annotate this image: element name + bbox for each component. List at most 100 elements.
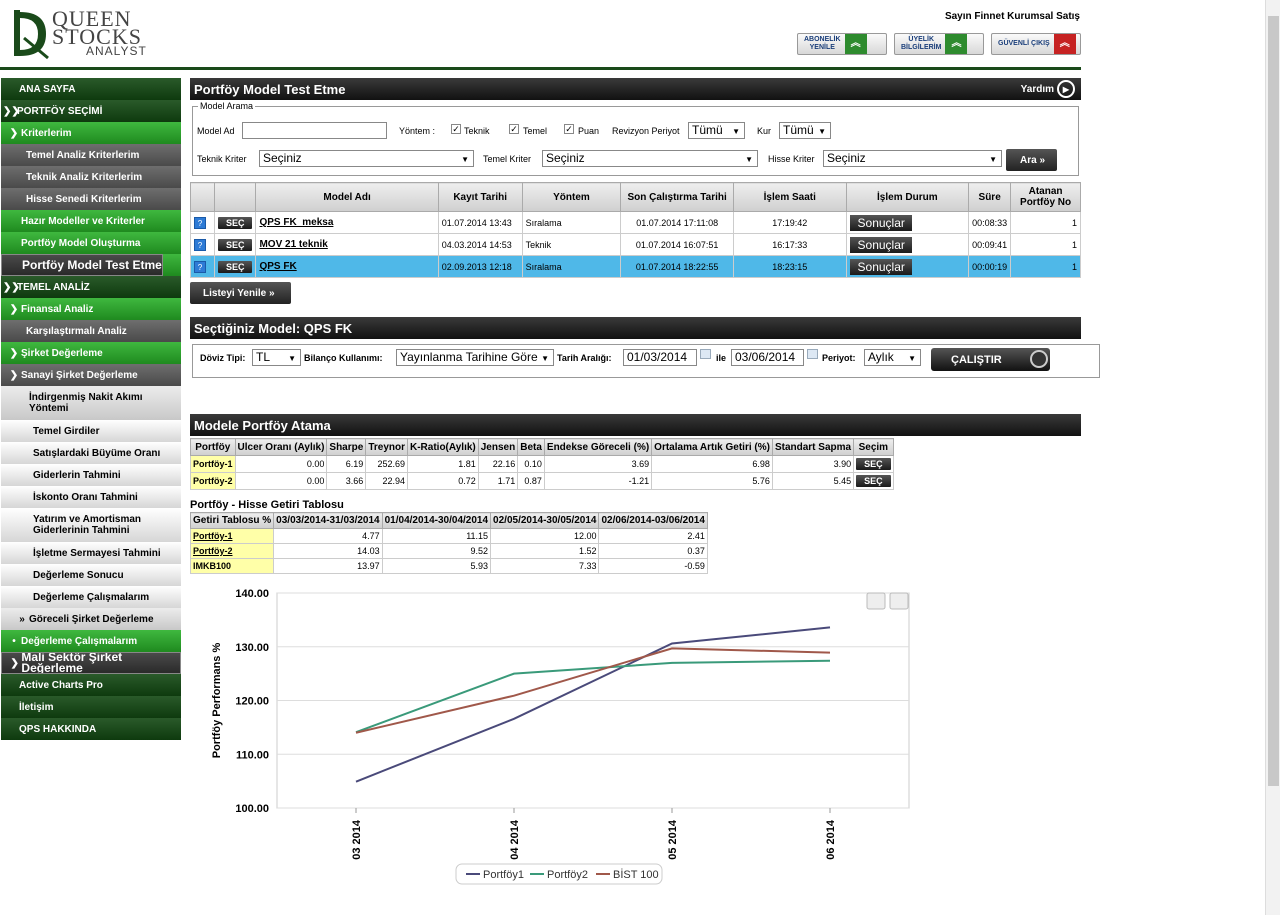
gear-icon xyxy=(1030,350,1048,368)
scrollbar[interactable] xyxy=(1265,0,1280,915)
sidebar-item[interactable]: ❯ Mali Sektör Şirket Değerleme xyxy=(1,652,181,674)
sidebar-item[interactable]: Temel Analiz Kriterlerim xyxy=(1,144,181,166)
select-button[interactable]: SEÇ xyxy=(856,475,891,487)
sidebar-item[interactable]: ❯ Şirket Değerleme xyxy=(1,342,181,364)
sidebar-item-label: İşletme Sermayesi Tahmini xyxy=(33,547,161,559)
model-link[interactable]: QPS FK_meksa xyxy=(259,217,333,228)
sidebar-item[interactable]: ❯❯ TEMEL ANALİZ xyxy=(1,276,181,298)
sidebar-item[interactable]: ❯❯ PORTFÖY SEÇİMİ xyxy=(1,100,181,122)
sidebar-item[interactable]: ❯ Sanayi Şirket Değerleme xyxy=(1,364,181,386)
sidebar-item[interactable]: ❯ Kriterlerim xyxy=(1,122,181,144)
sidebar-item[interactable]: • Değerleme Çalışmalarım xyxy=(1,630,181,652)
sidebar-item[interactable]: İşletme Sermayesi Tahmini xyxy=(1,542,181,564)
chevron-up-icon: ︽ xyxy=(844,34,867,54)
header-cell: Kayıt Tarihi xyxy=(437,182,523,212)
temel-checkbox[interactable]: ✓ xyxy=(509,124,519,134)
stock-criteria-select[interactable]: Seçiniz ▼ xyxy=(823,150,1002,167)
legend-item[interactable]: Portföy2 xyxy=(547,869,588,881)
sidebar-item[interactable]: QPS HAKKINDA xyxy=(1,718,181,740)
sidebar-item[interactable]: ANA SAYFA xyxy=(1,78,181,100)
sidebar-item-label: Portföy Model Test Etme xyxy=(22,257,162,272)
y-tick-label: 100.00 xyxy=(235,803,269,815)
calendar-icon[interactable] xyxy=(807,349,818,359)
refresh-list-button[interactable]: Listeyi Yenile » xyxy=(190,282,291,304)
print-icon[interactable] xyxy=(866,592,886,610)
header-cell: 02/05/2014-30/05/2014 xyxy=(490,512,600,529)
fundamental-criteria-label: Temel Kriter xyxy=(483,154,532,164)
search-button[interactable]: Ara » xyxy=(1006,149,1057,171)
sidebar-item[interactable]: Yatırım ve Amortisman Giderlerinin Tahmi… xyxy=(1,508,181,542)
results-button[interactable]: Sonuçlar xyxy=(849,214,912,231)
info-icon[interactable]: ? xyxy=(194,238,206,251)
teknik-checkbox[interactable]: ✓ xyxy=(451,124,461,134)
results-button[interactable]: Sonuçlar xyxy=(849,258,912,275)
select-button[interactable]: SEÇ xyxy=(217,216,253,229)
sidebar-item[interactable]: ❯ Finansal Analiz xyxy=(1,298,181,320)
sidebar-item[interactable]: Teknik Analiz Kriterlerim xyxy=(1,166,181,188)
period-select[interactable]: Aylık ▼ xyxy=(864,349,921,366)
cell: 9.52 xyxy=(381,543,492,559)
cell: 4.77 xyxy=(273,528,383,544)
select-button[interactable]: SEÇ xyxy=(217,238,253,251)
table-row[interactable]: ? SEÇ QPS FK 02.09.2013 12:18 Sıralama 01.07.… xyxy=(190,255,1081,278)
sidebar-item[interactable]: Active Charts Pro xyxy=(1,674,181,696)
logo[interactable]: QUEEN STOCKS ANALYST xyxy=(8,6,158,62)
revision-period-select[interactable]: Tümü ▼ xyxy=(688,122,745,139)
cell: 02.09.2013 12:18 xyxy=(437,255,523,278)
chevron-up-icon: ︽ xyxy=(1053,34,1076,54)
sidebar-item[interactable]: Değerleme Sonucu xyxy=(1,564,181,586)
balance-usage-select[interactable]: Yayınlanma Tarihine Göre ▼ xyxy=(396,349,554,366)
sidebar-item[interactable]: Portföy Model Test Etme xyxy=(1,254,163,276)
cell: 00:08:33 xyxy=(968,211,1012,234)
top-buttons: ABONELİK YENİLE ︽ ÜYELİK BİLGİLERİM ︽ GÜVE… xyxy=(797,33,1081,55)
sidebar-item[interactable]: İletişim xyxy=(1,696,181,718)
sidebar-item[interactable]: » Göreceli Şirket Değerleme xyxy=(1,608,181,630)
logo-text-3: ANALYST xyxy=(86,44,147,58)
table-row[interactable]: ? SEÇ MOV 21 teknik 04.03.2014 14:53 Teknik 0… xyxy=(190,233,1081,256)
sidebar-item[interactable]: Temel Girdiler xyxy=(1,420,181,442)
technical-criteria-select[interactable]: Seçiniz ▼ xyxy=(259,150,474,167)
guvenli-cikis-button[interactable]: GÜVENLİ ÇIKIŞ ︽ xyxy=(991,33,1081,55)
uyelik-bilgilerim-button[interactable]: ÜYELİK BİLGİLERİM ︽ xyxy=(894,33,984,55)
sidebar-item[interactable]: Portföy Model Oluşturma xyxy=(1,232,181,254)
model-name-input[interactable] xyxy=(242,122,387,139)
cell: 22.16 xyxy=(477,455,519,473)
model-link[interactable]: MOV 21 teknik xyxy=(259,239,327,250)
select-button[interactable]: SEÇ xyxy=(856,458,891,470)
cell[interactable]: Portföy-2 xyxy=(189,543,275,559)
abonelik-yenile-button[interactable]: ABONELİK YENİLE ︽ xyxy=(797,33,887,55)
table-row[interactable]: ? SEÇ QPS FK_meksa 01.07.2014 13:43 Sıralama… xyxy=(190,211,1081,234)
currency-type-select[interactable]: TL ▼ xyxy=(252,349,301,366)
info-icon[interactable]: ? xyxy=(194,260,206,273)
download-icon[interactable] xyxy=(889,592,909,610)
sidebar-item[interactable]: Karşılaştırmalı Analiz xyxy=(1,320,181,342)
sidebar-item[interactable]: İskonto Oranı Tahmini xyxy=(1,486,181,508)
table-row: Portföy-1 0.00 6.19 252.69 1.81 22.16 0.10 3.69… xyxy=(190,455,894,473)
cell[interactable]: Portföy-1 xyxy=(189,528,275,544)
cell: 1 xyxy=(1010,233,1081,256)
info-icon[interactable]: ? xyxy=(194,216,206,229)
run-button[interactable]: ÇALIŞTIR xyxy=(931,348,1050,371)
results-button[interactable]: Sonuçlar xyxy=(849,236,912,253)
help-button[interactable]: Yardım ▶ xyxy=(1021,80,1075,98)
legend-item[interactable]: Portföy1 xyxy=(483,869,524,881)
model-link[interactable]: QPS FK xyxy=(259,261,296,272)
cell: -0.59 xyxy=(598,558,708,574)
sidebar-item[interactable]: Giderlerin Tahmini xyxy=(1,464,181,486)
select-button[interactable]: SEÇ xyxy=(217,260,253,273)
puan-checkbox[interactable]: ✓ xyxy=(564,124,574,134)
sidebar-item[interactable]: Hisse Senedi Kriterlerim xyxy=(1,188,181,210)
end-date-input[interactable]: 03/06/2014 xyxy=(731,349,804,366)
legend-item[interactable]: BİST 100 xyxy=(613,868,659,881)
sidebar-item[interactable]: Hazır Modeller ve Kriterler xyxy=(1,210,181,232)
fundamental-criteria-select[interactable]: Seçiniz ▼ xyxy=(542,150,758,167)
sidebar: ANA SAYFA ❯❯ PORTFÖY SEÇİMİ ❯ Kriterlerim Tem… xyxy=(1,78,181,740)
currency-select[interactable]: Tümü ▼ xyxy=(779,122,831,139)
start-date-input[interactable]: 01/03/2014 xyxy=(623,349,697,366)
scrollbar-thumb[interactable] xyxy=(1268,16,1279,786)
sidebar-item[interactable]: İndirgenmiş Nakit Akımı Yöntemi xyxy=(1,386,181,420)
sidebar-item[interactable]: Satışlardaki Büyüme Oranı xyxy=(1,442,181,464)
sidebar-item[interactable]: Değerleme Çalışmalarım xyxy=(1,586,181,608)
calendar-icon[interactable] xyxy=(700,349,711,359)
cell: SEÇ xyxy=(213,233,257,256)
